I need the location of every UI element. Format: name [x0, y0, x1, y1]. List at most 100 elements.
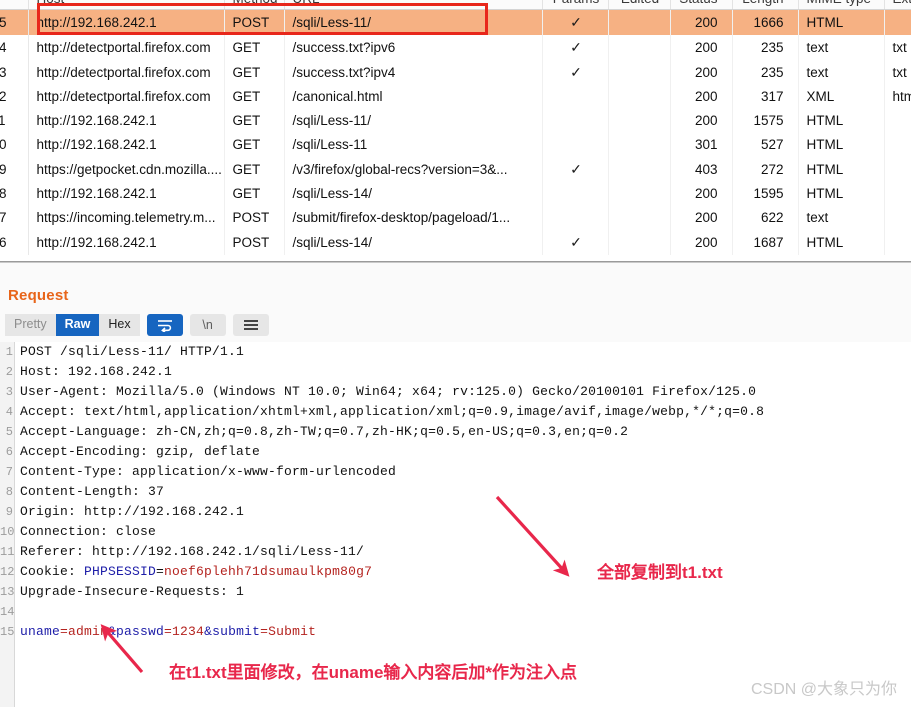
- tab-raw[interactable]: Raw: [55, 314, 100, 336]
- cell-host: https://incoming.telemetry.m...: [28, 206, 225, 230]
- history-table[interactable]: # Host Method URL Params Edited Status L…: [0, 0, 911, 255]
- table-row[interactable]: 208http://192.168.242.1GET/sqli/Less-14/…: [0, 182, 911, 206]
- cell-length: 235: [732, 60, 799, 85]
- table-row[interactable]: 211http://192.168.242.1GET/sqli/Less-11/…: [0, 109, 911, 133]
- cell-mime-type: HTML: [798, 9, 885, 35]
- editor-line-number: 9: [5, 505, 13, 519]
- editor-line-text: Accept-Encoding: gzip, deflate: [20, 442, 260, 462]
- cell-params: ✓: [542, 60, 609, 85]
- column-header-host[interactable]: Host: [28, 0, 225, 10]
- request-raw-editor[interactable]: 1 POST /sqli/Less-11/ HTTP/1.1 2 Host: 192.…: [0, 342, 911, 707]
- cell-extension: [884, 182, 911, 206]
- cell-extension: [884, 109, 911, 133]
- cell-url: /sqli/Less-14/: [284, 182, 543, 206]
- cell-status: 200: [670, 230, 733, 255]
- editor-line[interactable]: 7 Content-Type: application/x-www-form-ur…: [0, 462, 911, 482]
- column-header-edited[interactable]: Edited: [608, 0, 671, 10]
- cell-host: http://192.168.242.1: [28, 9, 225, 35]
- menu-icon[interactable]: [232, 314, 269, 336]
- column-header-length[interactable]: Length: [732, 0, 799, 10]
- editor-token: Content-Type: application/x-www-form-url…: [20, 464, 397, 479]
- editor-token: Accept-Language: zh-CN,zh;q=0.8,zh-TW;q=…: [20, 424, 629, 439]
- cell-status: 200: [670, 60, 733, 85]
- cell-params: ✓: [542, 157, 609, 182]
- editor-line[interactable]: 10 Connection: close: [0, 522, 911, 542]
- cell-host: http://192.168.242.1: [28, 109, 225, 133]
- cell-index: 215: [0, 9, 29, 35]
- editor-token: =admin: [60, 624, 109, 639]
- params-check-icon: ✓: [570, 39, 582, 55]
- column-header-status[interactable]: Status: [670, 0, 733, 10]
- table-row[interactable]: 207https://incoming.telemetry.m...POST/s…: [0, 206, 911, 230]
- cell-url: /submit/firefox-desktop/pageload/1...: [284, 206, 543, 230]
- table-row[interactable]: 206http://192.168.242.1POST/sqli/Less-14…: [0, 230, 911, 255]
- cell-mime-type: text: [798, 206, 885, 230]
- editor-line[interactable]: 4 Accept: text/html,application/xhtml+xml…: [0, 402, 911, 422]
- cell-host: http://detectportal.firefox.com: [28, 35, 225, 60]
- proxy-history-panel[interactable]: # Host Method URL Params Edited Status L…: [0, 0, 911, 262]
- editor-token: =: [156, 564, 165, 579]
- cell-edited: [608, 109, 671, 133]
- editor-line[interactable]: 14: [0, 602, 911, 622]
- params-check-icon: ✓: [570, 234, 582, 250]
- cell-edited: [608, 60, 671, 85]
- editor-line[interactable]: 1 POST /sqli/Less-11/ HTTP/1.1: [0, 342, 911, 362]
- history-table-body[interactable]: 215http://192.168.242.1POST/sqli/Less-11…: [0, 9, 911, 255]
- newline-icon[interactable]: \n: [189, 314, 226, 336]
- cell-method: GET: [224, 133, 285, 157]
- column-header-mime[interactable]: MIME type: [798, 0, 885, 10]
- column-header-url[interactable]: URL: [284, 0, 543, 10]
- table-row[interactable]: 212http://detectportal.firefox.comGET/ca…: [0, 85, 911, 109]
- table-row[interactable]: 209https://getpocket.cdn.mozilla....GET/…: [0, 157, 911, 182]
- tab-hex[interactable]: Hex: [99, 314, 140, 336]
- cell-status: 200: [670, 35, 733, 60]
- editor-line[interactable]: 9 Origin: http://192.168.242.1: [0, 502, 911, 522]
- cell-index: 208: [0, 182, 29, 206]
- editor-token: Accept-Encoding: gzip, deflate: [20, 444, 261, 459]
- editor-lines[interactable]: 1 POST /sqli/Less-11/ HTTP/1.1 2 Host: 192.…: [0, 342, 911, 642]
- cell-params: [542, 206, 609, 230]
- cell-method: POST: [224, 230, 285, 255]
- editor-line[interactable]: 11 Referer: http://192.168.242.1/sqli/Les…: [0, 542, 911, 562]
- tab-pretty[interactable]: Pretty: [5, 314, 56, 336]
- column-header-params[interactable]: Params: [542, 0, 609, 10]
- cell-url: /sqli/Less-11/: [284, 9, 543, 35]
- params-check-icon: ✓: [570, 161, 582, 177]
- request-panel-title: Request: [8, 287, 69, 304]
- cell-params: ✓: [542, 230, 609, 255]
- request-view-tabs[interactable]: Pretty Raw Hex \n: [5, 314, 269, 336]
- editor-line[interactable]: 3 User-Agent: Mozilla/5.0 (Windows NT 10.…: [0, 382, 911, 402]
- editor-line-number: 15: [0, 625, 15, 639]
- cell-mime-type: XML: [798, 85, 885, 109]
- cell-method: GET: [224, 85, 285, 109]
- cell-index: 212: [0, 85, 29, 109]
- editor-line-text: uname=admin&passwd=1234&submit=Submit: [20, 622, 316, 642]
- cell-method: GET: [224, 109, 285, 133]
- editor-line-text: POST /sqli/Less-11/ HTTP/1.1: [20, 342, 244, 362]
- cell-length: 1666: [732, 9, 799, 35]
- newline-icon-label: \n: [202, 318, 213, 332]
- cell-length: 622: [732, 206, 799, 230]
- cell-status: 403: [670, 157, 733, 182]
- cell-index: 211: [0, 109, 29, 133]
- editor-line[interactable]: 12 Cookie: PHPSESSID=noef6plehh71dsumaulk…: [0, 562, 911, 582]
- table-row[interactable]: 213http://detectportal.firefox.comGET/su…: [0, 60, 911, 85]
- editor-token: uname: [20, 624, 61, 639]
- editor-line[interactable]: 5 Accept-Language: zh-CN,zh;q=0.8,zh-TW;q…: [0, 422, 911, 442]
- table-row[interactable]: 210http://192.168.242.1GET/sqli/Less-11 3…: [0, 133, 911, 157]
- column-header-method[interactable]: Method: [224, 0, 285, 10]
- word-wrap-icon[interactable]: [146, 314, 183, 336]
- cell-extension: [884, 157, 911, 182]
- editor-line[interactable]: 6 Accept-Encoding: gzip, deflate: [0, 442, 911, 462]
- column-header-ext[interactable]: Ext: [884, 0, 911, 10]
- table-row[interactable]: 215http://192.168.242.1POST/sqli/Less-11…: [0, 9, 911, 35]
- table-row[interactable]: 214http://detectportal.firefox.comGET/su…: [0, 35, 911, 60]
- cell-edited: [608, 206, 671, 230]
- column-header-index[interactable]: #: [0, 0, 29, 10]
- editor-line[interactable]: 2 Host: 192.168.242.1: [0, 362, 911, 382]
- editor-line[interactable]: 8 Content-Length: 37: [0, 482, 911, 502]
- editor-token: noef6plehh71dsumaulkpm80g7: [164, 564, 373, 579]
- editor-line[interactable]: 15 uname=admin&passwd=1234&submit=Submit: [0, 622, 911, 642]
- cell-status: 200: [670, 206, 733, 230]
- editor-line[interactable]: 13 Upgrade-Insecure-Requests: 1: [0, 582, 911, 602]
